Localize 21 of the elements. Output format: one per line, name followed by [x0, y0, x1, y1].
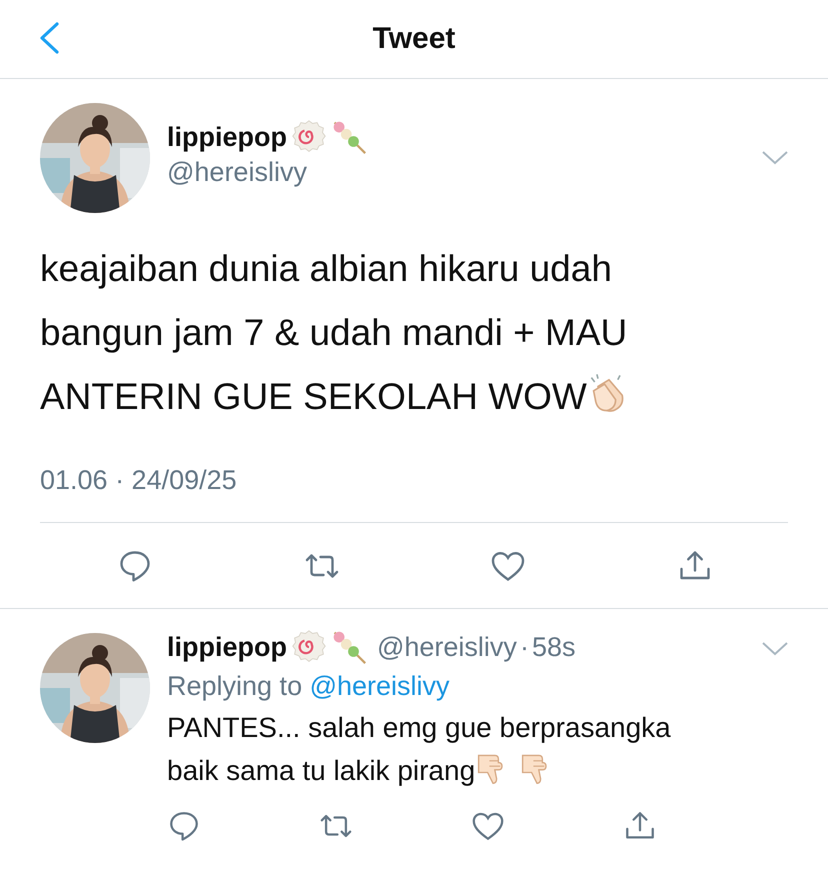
user-name[interactable]: lippiepop: [167, 122, 287, 152]
user-handle[interactable]: @hereislivy: [167, 157, 762, 188]
replying-label: Replying to: [167, 671, 302, 701]
dango-icon: [330, 629, 367, 665]
back-icon[interactable]: [38, 22, 60, 54]
tweet-text: keajaiban dunia albian hikaru udah: [40, 248, 612, 289]
reply-text: baik sama tu lakik pirang: [167, 755, 476, 786]
tweet-text: bangun jam 7 & udah mandi + MAU: [40, 312, 628, 353]
reply-icon[interactable]: [167, 809, 201, 843]
user-name[interactable]: lippiepop: [167, 632, 287, 662]
user-handle[interactable]: @hereislivy: [376, 632, 517, 662]
separator-dot: ·: [520, 632, 529, 662]
fishcake-icon: [290, 119, 327, 155]
reply-text: PANTES... salah emg gue berprasangka: [167, 712, 671, 743]
fishcake-icon: [290, 629, 327, 665]
mention-link[interactable]: @hereislivy: [310, 671, 450, 701]
reply-age: 58s: [532, 632, 576, 662]
tweet-text: ANTERIN GUE SEKOLAH WOW: [40, 376, 587, 417]
tweet-timestamp: 01.06 · 24/09/25: [40, 465, 237, 495]
dango-icon: [330, 119, 367, 155]
page-title: Tweet: [372, 22, 456, 56]
